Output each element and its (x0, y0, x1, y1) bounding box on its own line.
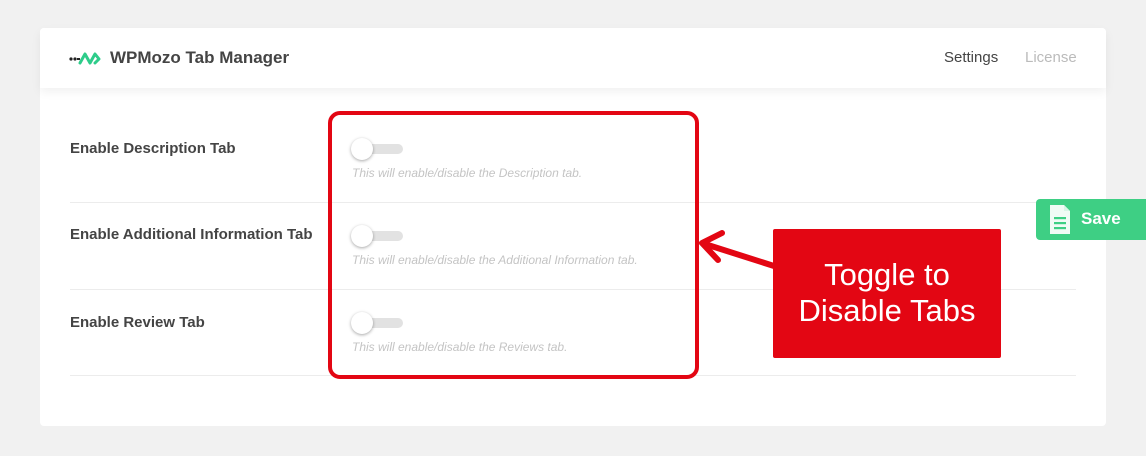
callout-line-2: Disable Tabs (798, 293, 976, 328)
annotation-callout: Toggle to Disable Tabs (773, 229, 1001, 358)
save-label: Save (1081, 209, 1121, 228)
app-title: WPMozo Tab Manager (110, 48, 290, 67)
app-header: WPMozo Tab Manager Settings License (40, 28, 1106, 88)
annotation-arrow (699, 230, 777, 269)
document-icon (1050, 205, 1070, 234)
callout-line-1: Toggle to (824, 257, 950, 292)
wpmozo-logo-icon (69, 52, 101, 65)
annotation-highlight-box (328, 111, 699, 379)
nav-license[interactable]: License (1025, 49, 1077, 66)
nav-settings[interactable]: Settings (944, 49, 998, 66)
save-button[interactable]: Save (1036, 199, 1146, 240)
setting-label: Enable Review Tab (70, 314, 205, 331)
setting-label: Enable Description Tab (70, 140, 236, 157)
setting-label: Enable Additional Information Tab (70, 226, 313, 243)
